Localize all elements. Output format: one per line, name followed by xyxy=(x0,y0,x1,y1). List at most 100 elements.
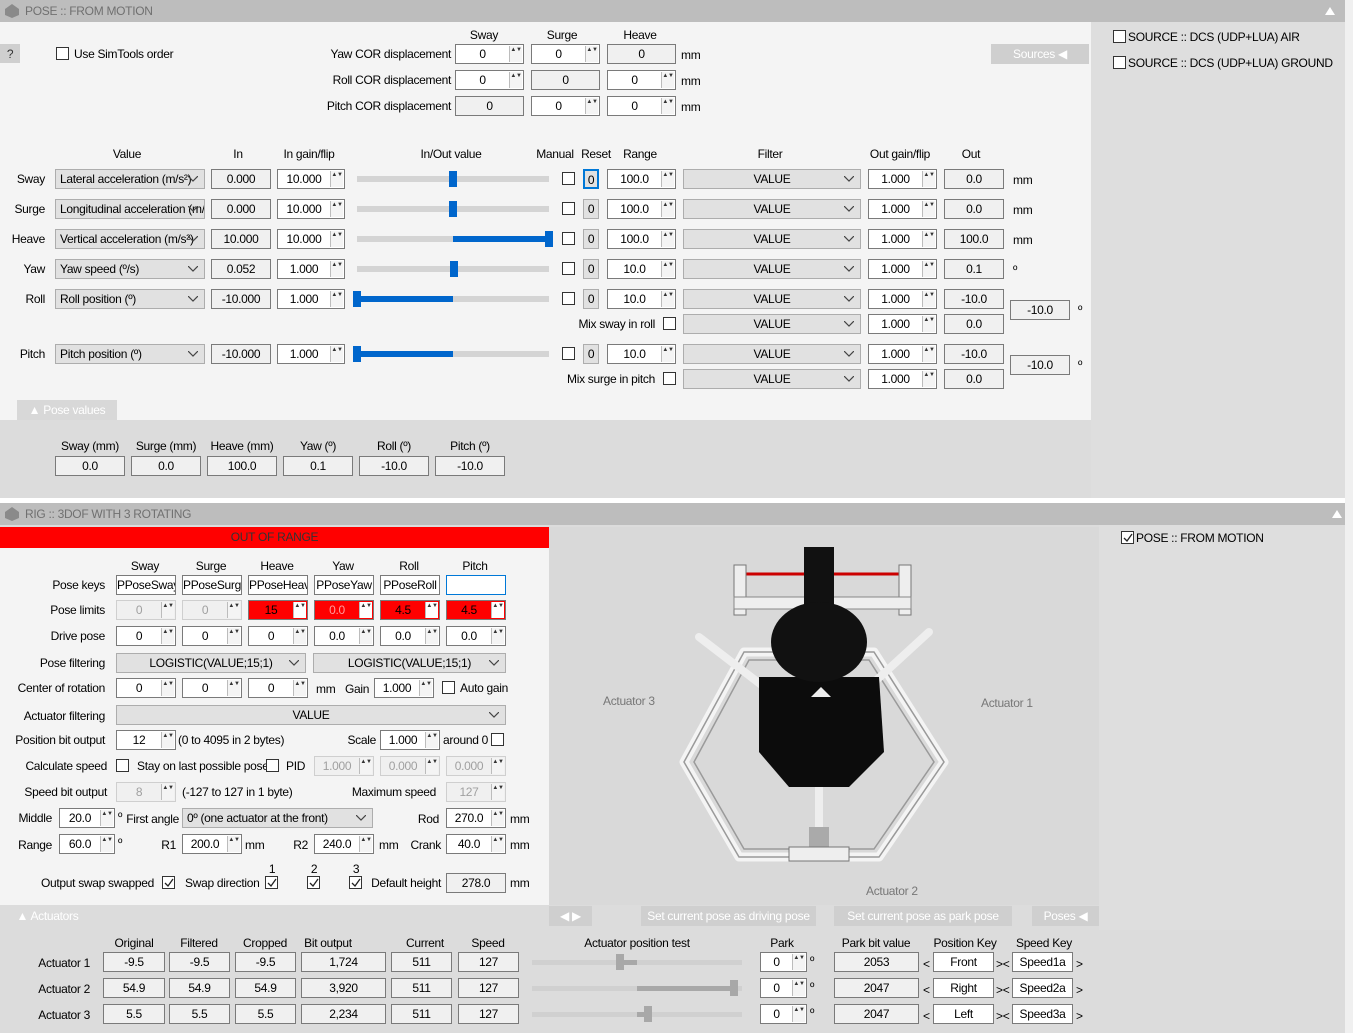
value-source-dropdown[interactable]: Pitch position (º) xyxy=(55,344,205,364)
spinner-arrows-icon[interactable]: ▲▼ xyxy=(661,72,674,88)
manual-checkbox[interactable] xyxy=(562,292,575,305)
manual-checkbox[interactable] xyxy=(562,172,575,185)
swap-keys-button[interactable]: >< xyxy=(996,982,1010,998)
cor-spinbox[interactable]: 0 ▲▼ xyxy=(531,96,600,116)
filter-dropdown[interactable]: VALUE xyxy=(683,314,861,334)
spinner-arrows-icon[interactable]: ▲▼ xyxy=(922,291,935,307)
around-zero-checkbox[interactable] xyxy=(491,733,504,746)
pose-key-input[interactable]: PPoseSway xyxy=(116,575,176,595)
pose-key-input[interactable]: PPoseSurge xyxy=(182,575,242,595)
value-source-dropdown[interactable]: Vertical acceleration (m/s²) xyxy=(55,229,205,249)
reset-button[interactable]: 0 xyxy=(583,259,599,279)
help-button[interactable]: ? xyxy=(0,44,20,63)
pose-key-input[interactable]: PPoseRoll xyxy=(380,575,440,595)
pose-limit-spinbox[interactable]: 15 ▲▼ xyxy=(248,600,308,620)
spinner-arrows-icon[interactable]: ▲▼ xyxy=(161,680,174,696)
pose-limit-spinbox[interactable]: 0 ▲▼ xyxy=(182,600,242,620)
pose-from-motion-checkbox[interactable] xyxy=(1121,531,1134,544)
filter-dropdown[interactable]: VALUE xyxy=(683,199,861,219)
park-spinbox[interactable]: 0 ▲▼ xyxy=(760,1004,807,1024)
actuator-filtering-dropdown[interactable]: VALUE xyxy=(116,705,506,725)
value-source-dropdown[interactable]: Yaw speed (º/s) xyxy=(55,259,205,279)
actuator-test-slider-thumb[interactable] xyxy=(616,954,625,970)
spinner-arrows-icon[interactable]: ▲▼ xyxy=(425,758,438,774)
prev-position-key-button[interactable]: < xyxy=(923,982,930,998)
spinner-arrows-icon[interactable]: ▲▼ xyxy=(922,201,935,217)
spinner-arrows-icon[interactable]: ▲▼ xyxy=(661,346,674,362)
speed-bit-spinbox[interactable]: 8 ▲▼ xyxy=(116,782,176,802)
actuator-test-slider-track[interactable] xyxy=(532,960,742,965)
spinner-arrows-icon[interactable]: ▲▼ xyxy=(491,836,504,852)
out-gain-spinbox[interactable]: 1.000 ▲▼ xyxy=(868,369,937,389)
cor-spinbox[interactable]: 0 ▲▼ xyxy=(455,70,524,90)
spinner-arrows-icon[interactable]: ▲▼ xyxy=(330,291,343,307)
rod-spinbox[interactable]: 270.0 ▲▼ xyxy=(446,808,506,828)
view-nav-arrows[interactable]: ◀ ▶ xyxy=(549,906,592,926)
out-gain-spinbox[interactable]: 1.000 ▲▼ xyxy=(868,199,937,219)
cor-spinbox[interactable]: 0 ▲▼ xyxy=(248,678,308,698)
spinner-arrows-icon[interactable]: ▲▼ xyxy=(419,680,432,696)
drive-pose-spinbox[interactable]: 0.0 ▲▼ xyxy=(446,626,506,646)
scale-spinbox[interactable]: 1.000 ▲▼ xyxy=(380,730,440,750)
position-key-input[interactable]: Right xyxy=(933,978,994,998)
pose-key-input[interactable]: PPoseYaw xyxy=(314,575,374,595)
drive-pose-spinbox[interactable]: 0 ▲▼ xyxy=(182,626,242,646)
rig-panel-title[interactable]: RIG :: 3DOF WITH 3 ROTATING xyxy=(0,503,1345,525)
prev-position-key-button[interactable]: < xyxy=(923,1008,930,1024)
spinner-arrows-icon[interactable]: ▲▼ xyxy=(425,732,438,748)
out-gain-spinbox[interactable]: 1.000 ▲▼ xyxy=(868,314,937,334)
out-gain-spinbox[interactable]: 1.000 ▲▼ xyxy=(868,229,937,249)
reset-button[interactable]: 0 xyxy=(583,344,599,364)
range-spinbox[interactable]: 100.0 ▲▼ xyxy=(607,229,676,249)
spinner-arrows-icon[interactable]: ▲▼ xyxy=(661,171,674,187)
collapse-icon[interactable] xyxy=(1325,7,1335,15)
speed-key-input[interactable]: Speed1a xyxy=(1012,952,1073,972)
manual-checkbox[interactable] xyxy=(562,232,575,245)
pose-values-tab[interactable]: ▲ Pose values xyxy=(17,400,117,420)
cor-spinbox[interactable]: 0 ▲▼ xyxy=(182,678,242,698)
scrollbar[interactable] xyxy=(1345,0,1353,1033)
pose-panel-title[interactable]: POSE :: FROM MOTION xyxy=(0,0,1345,22)
pose-filtering-dropdown[interactable]: LOGISTIC(VALUE;15;1) xyxy=(116,653,306,673)
spinner-arrows-icon[interactable]: ▲▼ xyxy=(661,261,674,277)
spinner-arrows-icon[interactable]: ▲▼ xyxy=(661,98,674,114)
filter-dropdown[interactable]: VALUE xyxy=(683,229,861,249)
spinner-arrows-icon[interactable]: ▲▼ xyxy=(792,980,805,996)
source-checkbox[interactable] xyxy=(1113,30,1126,43)
range-spinbox[interactable]: 10.0 ▲▼ xyxy=(607,344,676,364)
reset-button[interactable]: 0 xyxy=(583,229,599,249)
speed-key-input[interactable]: Speed2a xyxy=(1012,978,1073,998)
cor-spinbox[interactable]: 0 ▲▼ xyxy=(531,44,600,64)
range-spinbox[interactable]: 10.0 ▲▼ xyxy=(607,259,676,279)
filter-dropdown[interactable]: VALUE xyxy=(683,344,861,364)
spinner-arrows-icon[interactable]: ▲▼ xyxy=(491,602,504,618)
mix-checkbox[interactable] xyxy=(663,372,676,385)
calculate-speed-checkbox[interactable] xyxy=(116,759,129,772)
filter-dropdown[interactable]: VALUE xyxy=(683,259,861,279)
output-swap-checkbox[interactable] xyxy=(162,876,175,889)
next-speed-key-button[interactable]: > xyxy=(1076,956,1083,972)
source-checkbox[interactable] xyxy=(1113,56,1126,69)
spinner-arrows-icon[interactable]: ▲▼ xyxy=(491,784,504,800)
next-speed-key-button[interactable]: > xyxy=(1076,1008,1083,1024)
spinner-arrows-icon[interactable]: ▲▼ xyxy=(330,171,343,187)
poses-button[interactable]: Poses ◀ xyxy=(1032,906,1099,926)
spinner-arrows-icon[interactable]: ▲▼ xyxy=(425,602,438,618)
cor-spinbox[interactable]: 0 ▲▼ xyxy=(607,96,676,116)
actuators-tab[interactable]: ▲ Actuators xyxy=(0,906,95,926)
value-source-dropdown[interactable]: Lateral acceleration (m/s²) xyxy=(55,169,205,189)
collapse-icon[interactable] xyxy=(1332,510,1342,518)
spinner-arrows-icon[interactable]: ▲▼ xyxy=(293,628,306,644)
in-gain-spinbox[interactable]: 10.000 ▲▼ xyxy=(277,169,345,189)
spinner-arrows-icon[interactable]: ▲▼ xyxy=(227,628,240,644)
set-driving-pose-button[interactable]: Set current pose as driving pose xyxy=(641,906,816,926)
pose-limit-spinbox[interactable]: 0 ▲▼ xyxy=(116,600,176,620)
drive-pose-spinbox[interactable]: 0 ▲▼ xyxy=(248,626,308,646)
range-spinbox[interactable]: 100.0 ▲▼ xyxy=(607,199,676,219)
pose-key-input[interactable]: PPoseHeave xyxy=(248,575,308,595)
inout-slider-thumb[interactable] xyxy=(449,171,457,187)
range-spinbox[interactable]: 10.0 ▲▼ xyxy=(607,289,676,309)
drive-pose-spinbox[interactable]: 0.0 ▲▼ xyxy=(380,626,440,646)
drive-pose-spinbox[interactable]: 0 ▲▼ xyxy=(116,626,176,646)
in-gain-spinbox[interactable]: 1.000 ▲▼ xyxy=(277,259,345,279)
